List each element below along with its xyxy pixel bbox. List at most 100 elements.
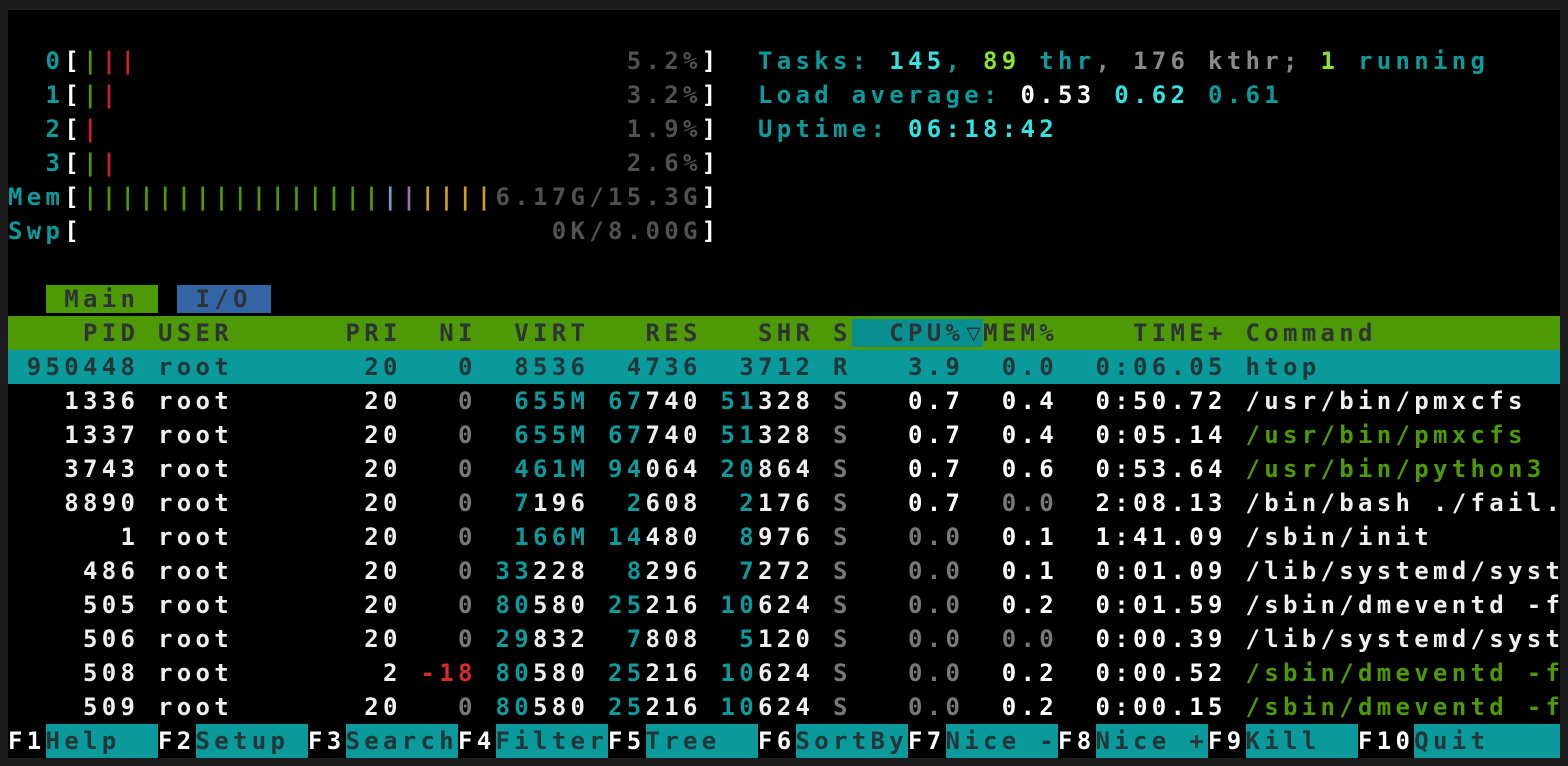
cell-mem-pct: 0.1: [964, 557, 1058, 585]
cell-cpu: 0.0: [852, 693, 965, 721]
cell-mem-value: 67: [608, 421, 646, 449]
fnkey-f10[interactable]: F10: [1358, 724, 1414, 758]
fnlabel-help[interactable]: Help: [46, 724, 159, 758]
meter-fill: [121, 149, 627, 177]
fnkey-f6[interactable]: F6: [758, 724, 796, 758]
tasks-summary: 145: [889, 47, 945, 75]
header-columns-left[interactable]: PID USER PRI NI VIRT RES SHR S: [8, 319, 852, 347]
cell-state: S: [833, 489, 852, 517]
sort-column-header[interactable]: CPU%▽: [852, 319, 983, 347]
fnlabel-search[interactable]: Search: [346, 724, 459, 758]
meter-bar-red: |: [102, 149, 121, 177]
fnlabel-kill[interactable]: Kill: [1246, 724, 1359, 758]
fnkey-f7[interactable]: F7: [908, 724, 946, 758]
gap: [8, 285, 46, 313]
cpu-meter-0: 0[||| 5.2%] Tasks: 145, 89 thr, 176 kthr…: [8, 44, 1560, 78]
cell-mem-value: 624: [758, 591, 814, 619]
text: [814, 353, 833, 381]
fnlabel-nice-[interactable]: Nice -: [946, 724, 1059, 758]
cell-mem-value: 608: [646, 489, 702, 517]
meter-bar-green: |: [214, 183, 233, 211]
fnkey-f1[interactable]: F1: [8, 724, 46, 758]
text: [702, 693, 721, 721]
text: [814, 455, 833, 483]
fnlabel-quit[interactable]: Quit: [1414, 724, 1560, 758]
fnkey-f9[interactable]: F9: [1208, 724, 1246, 758]
text: [589, 557, 608, 585]
process-row-selected[interactable]: 950448 root 20 0 8536 4736 3712 R 3.9 0.…: [8, 350, 1560, 384]
process-row[interactable]: 3743 root 20 0 461M 94064 20864 S 0.7 0.…: [8, 452, 1560, 486]
cell-time: 0:53.64: [1058, 455, 1227, 483]
meter-bracket-close: ]: [702, 183, 721, 211]
tasks-summary: thr: [1020, 47, 1095, 75]
cell-mem-value: 296: [646, 557, 702, 585]
load-average: [1095, 81, 1114, 109]
cell-pri: 20: [346, 625, 402, 653]
process-row[interactable]: 1 root 20 0 166M 14480 8976 S 0.0 0.1 1:…: [8, 520, 1560, 554]
tab-io[interactable]: I/O: [177, 285, 271, 313]
tab-main[interactable]: Main: [46, 285, 159, 313]
cell-user: root: [139, 625, 345, 653]
table-header[interactable]: PID USER PRI NI VIRT RES SHR S CPU%▽MEM%…: [8, 316, 1560, 350]
cell-command: /usr/bin/pmxcfs: [1227, 421, 1527, 449]
fnlabel-sortby[interactable]: SortBy: [796, 724, 909, 758]
fnlabel-filter[interactable]: Filter: [496, 724, 609, 758]
cell-user: root: [139, 557, 345, 585]
fnlabel-nice-[interactable]: Nice +: [1096, 724, 1209, 758]
cell-mem-pct: 0.2: [964, 591, 1058, 619]
process-row[interactable]: 1337 root 20 0 655M 67740 51328 S 0.7 0.…: [8, 418, 1560, 452]
fnkey-f3[interactable]: F3: [308, 724, 346, 758]
meter-bracket-open: [: [64, 81, 83, 109]
meter-bracket-close: ]: [702, 115, 721, 143]
fnkey-f8[interactable]: F8: [1058, 724, 1096, 758]
load-average: 0.53: [1020, 81, 1095, 109]
meter-bracket-open: [: [64, 47, 83, 75]
fnlabel-tree[interactable]: Tree: [646, 724, 759, 758]
sort-arrow-icon: ▽: [964, 316, 983, 350]
process-row[interactable]: 8890 root 20 0 7196 2608 2176 S 0.7 0.0 …: [8, 486, 1560, 520]
header-columns-right[interactable]: MEM% TIME+ Command: [983, 319, 1377, 347]
process-row[interactable]: 509 root 20 0 80580 25216 10624 S 0.0 0.…: [8, 690, 1560, 724]
terminal-window-frame: 0[||| 5.2%] Tasks: 145, 89 thr, 176 kthr…: [0, 0, 1568, 766]
cell-user: root: [139, 523, 345, 551]
cell-mem-value: 8536: [496, 353, 590, 381]
cell-time: 1:41.09: [1058, 523, 1227, 551]
text: [589, 421, 608, 449]
cell-ni: 0: [402, 693, 496, 721]
screen-tabs: Main I/O: [8, 282, 1560, 316]
cell-mem-value: 976: [758, 523, 814, 551]
text: [814, 489, 833, 517]
text: [702, 591, 721, 619]
cell-ni: 0: [402, 421, 496, 449]
gap: [720, 47, 758, 75]
tasks-summary: ,: [1095, 47, 1133, 75]
process-row[interactable]: 508 root 2 -18 80580 25216 10624 S 0.0 0…: [8, 656, 1560, 690]
cell-user: root: [139, 387, 345, 415]
cell-mem-value: 461M: [496, 455, 590, 483]
cell-time: 0:06.05: [1058, 353, 1227, 381]
meter-bar-green: |: [327, 183, 346, 211]
cell-mem-value: 14: [608, 523, 646, 551]
cell-mem-value: 80: [496, 659, 534, 687]
cell-pid: 508: [8, 659, 139, 687]
text: [814, 625, 833, 653]
cell-mem-value: 328: [758, 387, 814, 415]
meter-bar-yellow: |: [477, 183, 496, 211]
process-row[interactable]: 486 root 20 0 33228 8296 7272 S 0.0 0.1 …: [8, 554, 1560, 588]
meter-bar-red: |: [83, 115, 102, 143]
cell-mem-value: 832: [533, 625, 589, 653]
fnkey-f2[interactable]: F2: [158, 724, 196, 758]
process-row[interactable]: 505 root 20 0 80580 25216 10624 S 0.0 0.…: [8, 588, 1560, 622]
cell-mem-value: 2: [608, 489, 646, 517]
fnlabel-setup[interactable]: Setup: [196, 724, 309, 758]
tasks-summary: ,: [945, 47, 983, 75]
process-row[interactable]: 506 root 20 0 29832 7808 5120 S 0.0 0.0 …: [8, 622, 1560, 656]
meter-bar-green: |: [308, 183, 327, 211]
cell-command: /lib/systemd/system: [1227, 625, 1560, 653]
fnkey-f4[interactable]: F4: [458, 724, 496, 758]
process-row[interactable]: 1336 root 20 0 655M 67740 51328 S 0.7 0.…: [8, 384, 1560, 418]
fnkey-f5[interactable]: F5: [608, 724, 646, 758]
cell-time: 0:01.59: [1058, 591, 1227, 619]
cell-mem-value: 29: [496, 625, 534, 653]
meter-bar-yellow: |: [439, 183, 458, 211]
